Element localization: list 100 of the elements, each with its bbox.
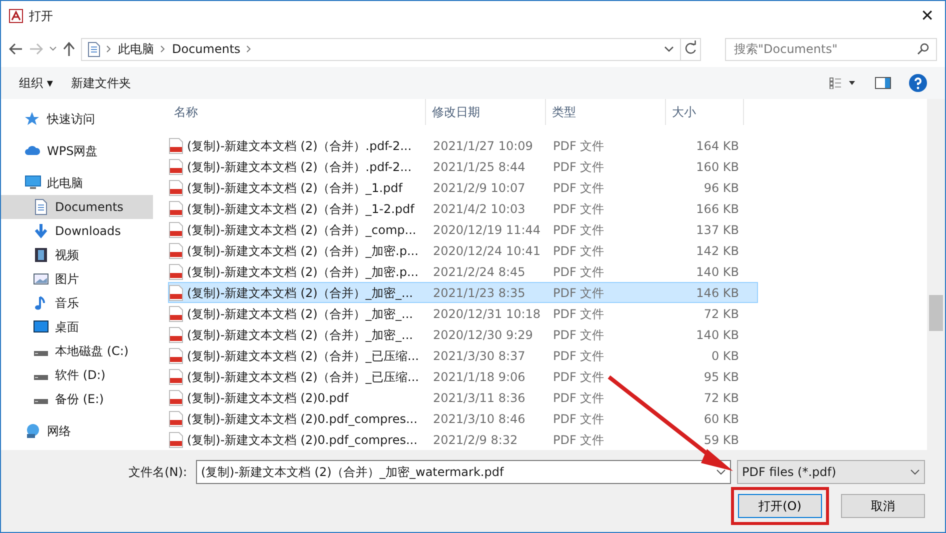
file-size: 0 KB — [710, 348, 740, 364]
file-row[interactable]: (复制)-新建文本文档 (2)（合并）.pdf-2... 2021/1/25 8:44 PDF 文件 160 KB — [168, 156, 758, 177]
search-field[interactable]: 搜索"Documents" — [725, 38, 937, 60]
file-row[interactable]: (复制)-新建文本文档 (2)（合并）_已压缩... 2021/1/18 9:06 PDF 文件 95 KB — [168, 366, 758, 387]
back-icon[interactable] — [9, 43, 23, 55]
file-name: (复制)-新建文本文档 (2)（合并）_1.pdf — [187, 180, 402, 196]
file-name: (复制)-新建文本文档 (2)（合并）_1-2.pdf — [187, 200, 414, 218]
chevron-icon — [246, 45, 252, 53]
breadcrumb-item[interactable]: Documents — [172, 40, 240, 58]
column-header[interactable]: 大小 — [666, 99, 744, 125]
sidebar-item[interactable]: 视频 — [1, 243, 153, 267]
filename-field[interactable]: (复制)-新建文本文档 (2)（合并）_加密_watermark.pdf — [196, 460, 731, 484]
pdf-file-icon — [169, 242, 183, 258]
sidebar-item[interactable]: 桌面 — [1, 315, 153, 339]
file-size: 164 KB — [695, 138, 740, 154]
dropdown-icon[interactable] — [910, 469, 920, 475]
new-folder-button[interactable]: 新建文件夹 — [70, 74, 131, 92]
file-name: (复制)-新建文本文档 (2)（合并）_已压缩... — [187, 348, 419, 364]
cancel-button[interactable]: 取消 — [841, 494, 925, 518]
sidebar-item[interactable]: 图片 — [1, 267, 153, 291]
window-title: 打开 — [29, 8, 53, 25]
organize-menu[interactable]: 组织 ▾ — [19, 74, 53, 92]
file-row[interactable]: (复制)-新建文本文档 (2)（合并）_comp... 2020/12/19 11:44 PDF 文件 137 KB — [168, 219, 758, 240]
sidebar-item[interactable]: 网络 — [1, 419, 153, 443]
file-date: 2021/1/27 10:09 — [432, 138, 534, 154]
dropdown-icon[interactable] — [664, 46, 674, 52]
address-bar[interactable]: 此电脑 Documents — [81, 38, 701, 60]
file-row[interactable]: (复制)-新建文本文档 (2)（合并）_1-2.pdf 2021/4/2 10:03 PDF 文件 166 KB — [168, 198, 758, 219]
file-name: (复制)-新建文本文档 (2)0.pdf_compres... — [187, 410, 418, 428]
column-header[interactable]: 名称 — [168, 99, 426, 125]
file-date: 2021/3/30 8:37 — [432, 348, 526, 364]
file-date: 2021/1/23 8:35 — [432, 284, 526, 302]
scrollbar[interactable] — [927, 99, 945, 450]
file-size: 146 KB — [695, 284, 740, 302]
file-row[interactable]: (复制)-新建文本文档 (2)（合并）.pdf-2... 2021/1/27 10:09 PDF 文件 164 KB — [168, 135, 758, 156]
pdf-file-icon — [169, 284, 183, 300]
view-options-icon[interactable] — [829, 77, 857, 89]
sidebar-item[interactable]: 快速访问 — [1, 107, 153, 131]
sidebar-item[interactable]: 本地磁盘 (C:) — [1, 339, 153, 363]
monitor-icon — [33, 319, 49, 335]
file-date: 2021/4/2 10:03 — [432, 200, 526, 218]
file-size: 59 KB — [702, 432, 740, 448]
breadcrumb-item[interactable]: 此电脑 — [118, 40, 154, 58]
file-row[interactable]: (复制)-新建文本文档 (2)0.pdf_compres... 2021/3/10 8:46 PDF 文件 60 KB — [168, 408, 758, 429]
file-type: PDF 文件 — [552, 242, 606, 260]
file-type: PDF 文件 — [552, 432, 606, 448]
file-size: 95 KB — [702, 368, 740, 386]
file-type: PDF 文件 — [552, 222, 606, 238]
file-date: 2021/3/11 8:36 — [432, 390, 526, 406]
pdf-file-icon — [169, 180, 183, 196]
file-type: PDF 文件 — [552, 390, 606, 406]
sidebar-item[interactable]: 软件 (D:) — [1, 363, 153, 387]
file-row[interactable]: (复制)-新建文本文档 (2)（合并）_加密.p... 2020/12/24 10:41 PDF 文件 142 KB — [168, 240, 758, 261]
pdf-file-icon — [169, 432, 183, 448]
file-size: 166 KB — [695, 200, 740, 218]
close-button[interactable]: ✕ — [920, 4, 934, 28]
sidebar-item[interactable]: 此电脑 — [1, 171, 153, 195]
file-name: (复制)-新建文本文档 (2)（合并）_加密.p... — [187, 242, 418, 260]
file-type: PDF 文件 — [552, 306, 606, 322]
search-icon[interactable] — [917, 43, 929, 55]
up-icon[interactable] — [63, 42, 75, 56]
file-name: (复制)-新建文本文档 (2)（合并）_加密_... — [187, 326, 413, 344]
caret-icon[interactable] — [49, 46, 57, 52]
file-row[interactable]: (复制)-新建文本文档 (2)（合并）_1.pdf 2021/2/9 10:07 PDF 文件 96 KB — [168, 177, 758, 198]
sidebar-item[interactable]: WPS网盘 — [1, 139, 153, 163]
file-row[interactable]: (复制)-新建文本文档 (2)（合并）_加密_... 2020/12/31 10:18 PDF 文件 72 KB — [168, 303, 758, 324]
file-type: PDF 文件 — [552, 284, 606, 302]
sidebar-item[interactable]: 备份 (E:) — [1, 387, 153, 411]
pdf-file-icon — [169, 222, 183, 238]
pdf-file-icon — [169, 410, 183, 426]
pdf-file-icon — [169, 326, 183, 342]
column-header[interactable]: 修改日期 — [426, 99, 546, 125]
file-size: 140 KB — [695, 326, 740, 344]
sidebar-item[interactable]: 音乐 — [1, 291, 153, 315]
file-date: 2020/12/24 10:41 — [432, 242, 542, 260]
file-row[interactable]: (复制)-新建文本文档 (2)0.pdf 2021/3/11 8:36 PDF 文件 72 KB — [168, 387, 758, 408]
dropdown-icon[interactable] — [716, 469, 726, 475]
file-row[interactable]: (复制)-新建文本文档 (2)（合并）_加密.p... 2021/2/24 8:45 PDF 文件 140 KB — [168, 261, 758, 282]
file-row[interactable]: (复制)-新建文本文档 (2)（合并）_已压缩... 2021/3/30 8:37 PDF 文件 0 KB — [168, 345, 758, 366]
file-date: 2021/2/9 8:32 — [432, 432, 519, 448]
help-icon[interactable] — [909, 74, 927, 92]
sidebar-item[interactable]: Documents — [1, 195, 153, 219]
file-row[interactable]: (复制)-新建文本文档 (2)0.pdf_compres... 2021/2/9 8:32 PDF 文件 59 KB — [168, 429, 758, 450]
file-row[interactable]: (复制)-新建文本文档 (2)（合并）_加密_... 2020/12/30 9:29 PDF 文件 140 KB — [168, 324, 758, 345]
open-button[interactable]: 打开(O) — [738, 494, 822, 518]
file-date: 2021/1/18 9:06 — [432, 368, 526, 386]
file-date: 2020/12/30 9:29 — [432, 326, 534, 344]
file-type: PDF 文件 — [552, 348, 606, 364]
file-type: PDF 文件 — [552, 180, 606, 196]
file-name: (复制)-新建文本文档 (2)（合并）.pdf-2... — [187, 138, 412, 154]
sidebar-item[interactable]: Downloads — [1, 219, 153, 243]
star-icon — [25, 111, 41, 127]
file-type-dropdown[interactable]: PDF files (*.pdf) — [737, 460, 925, 484]
column-header[interactable]: 类型 — [546, 99, 666, 125]
file-type: PDF 文件 — [552, 264, 606, 280]
file-type: PDF 文件 — [552, 368, 606, 386]
file-row[interactable]: (复制)-新建文本文档 (2)（合并）_加密_... 2021/1/23 8:35 PDF 文件 146 KB — [168, 282, 758, 303]
app-icon — [9, 9, 23, 23]
film-icon — [33, 247, 49, 263]
preview-pane-icon[interactable] — [875, 77, 891, 89]
